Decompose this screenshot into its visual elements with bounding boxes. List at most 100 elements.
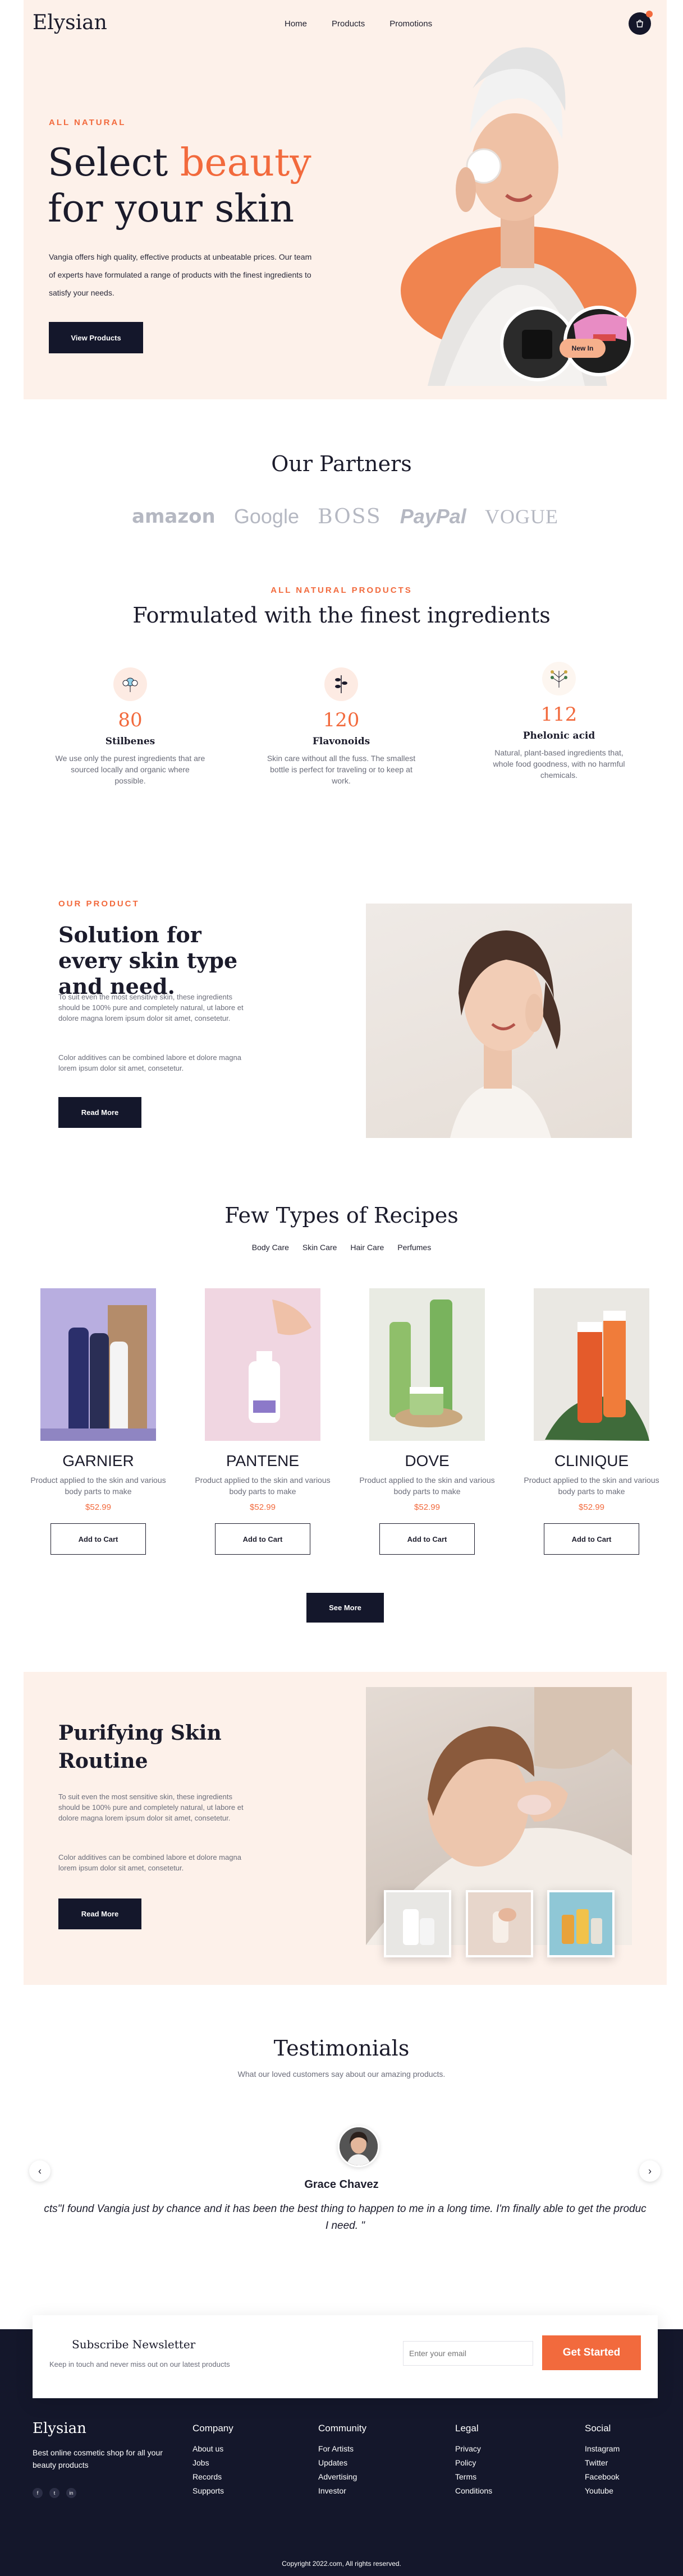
testimonial-quote-line2: I need. " (325, 2220, 365, 2232)
footer-link[interactable]: Jobs (192, 2458, 233, 2467)
hero-title-accent: beauty (180, 141, 311, 185)
footer-link[interactable]: Records (192, 2472, 233, 2481)
nav-products[interactable]: Products (332, 19, 365, 29)
product-paragraph-2: Color additives can be combined labore e… (58, 1053, 241, 1072)
footer-link[interactable]: Conditions (455, 2486, 492, 2495)
hero-image: New In (372, 27, 641, 386)
product-card: DOVE Product applied to the skin and var… (355, 1288, 499, 1555)
hero-title-line2: for your skin (48, 187, 295, 231)
product-brand: DOVE (405, 1452, 450, 1469)
product-desc: Product applied to the skin and various … (195, 1476, 331, 1496)
testimonial-quote-line1: cts"I found Vangia just by chance and it… (44, 2203, 647, 2215)
site-logo[interactable]: Elysian (33, 11, 107, 34)
add-to-cart-button[interactable]: Add to Cart (379, 1523, 475, 1555)
chevron-left-icon: ‹ (38, 2165, 42, 2177)
ingredient-desc: Skin care without all the fuss. The smal… (267, 754, 416, 785)
partner-logo-paypal: PayPal (400, 505, 466, 528)
nav-home[interactable]: Home (285, 19, 307, 29)
footer-link[interactable]: Supports (192, 2486, 233, 2495)
footer-column-heading: Company (192, 2423, 233, 2434)
product-brand: GARNIER (62, 1452, 134, 1469)
cart-badge (646, 11, 653, 17)
leaf-branch-icon (324, 667, 358, 701)
product-title: Solution for every skin type and need. (58, 922, 238, 999)
product-card: GARNIER Product applied to the skin and … (26, 1288, 171, 1555)
ingredient-desc: Natural, plant-based ingredients that, w… (493, 748, 625, 780)
footer-description: Best online cosmetic shop for all your b… (33, 2448, 163, 2469)
hero-eyebrow: ALL NATURAL (49, 118, 126, 127)
see-more-button[interactable]: See More (306, 1593, 384, 1623)
new-in-chip[interactable]: New In (560, 339, 606, 358)
read-more-button[interactable]: Read More (58, 1097, 141, 1128)
tab-perfumes[interactable]: Perfumes (397, 1243, 431, 1252)
add-to-cart-button[interactable]: Add to Cart (544, 1523, 639, 1555)
footer-social-icons: f t in (33, 2488, 76, 2498)
product-brand: CLINIQUE (554, 1452, 629, 1469)
product-price: $52.99 (250, 1503, 276, 1512)
ingredient-value: 112 (540, 703, 577, 726)
chevron-right-icon: › (648, 2165, 652, 2177)
footer-link[interactable]: Twitter (585, 2458, 620, 2467)
recipes-title: Few Types of Recipes (224, 1203, 459, 1228)
thumbnail-product-3[interactable] (547, 1890, 615, 1957)
view-products-button[interactable]: View Products (49, 322, 143, 353)
testimonials-subtitle: What our loved customers say about our a… (237, 2070, 446, 2079)
linkedin-icon[interactable]: in (66, 2488, 76, 2498)
footer-link[interactable]: About us (192, 2444, 233, 2453)
ingredient-value: 80 (118, 709, 143, 731)
next-arrow-button[interactable]: › (639, 2160, 661, 2182)
partner-logo-vogue: VOGUE (485, 505, 558, 528)
add-to-cart-button[interactable]: Add to Cart (51, 1523, 146, 1555)
product-image (369, 1288, 485, 1441)
tab-hair-care[interactable]: Hair Care (350, 1243, 384, 1252)
footer-link[interactable]: Youtube (585, 2486, 620, 2495)
partner-logo-amazon: amazon (132, 505, 216, 528)
footer-link[interactable]: Instagram (585, 2444, 620, 2453)
product-desc: Product applied to the skin and various … (524, 1476, 659, 1496)
tab-body-care[interactable]: Body Care (252, 1243, 289, 1252)
footer-column-heading: Social (585, 2423, 611, 2434)
thumbnail-product-1[interactable] (384, 1890, 451, 1957)
footer-column-heading: Legal (455, 2423, 479, 2434)
facebook-icon[interactable]: f (33, 2488, 43, 2498)
ingredients-eyebrow: ALL NATURAL PRODUCTS (271, 586, 412, 595)
hero-description: Vangia offers high quality, effective pr… (49, 252, 312, 297)
footer-link[interactable]: Privacy (455, 2444, 492, 2453)
recipe-tabs: Body Care Skin Care Hair Care Perfumes (0, 1243, 683, 1252)
copyright-text: Copyright 2022.com, All rights reserved. (282, 2560, 401, 2568)
flower-icon (113, 667, 147, 701)
hero-title: Select beauty for your skin (48, 140, 311, 232)
partners-title: Our Partners (271, 451, 412, 476)
purifying-read-more-button[interactable]: Read More (58, 1898, 141, 1929)
ingredients-title: Formulated with the finest ingredients (132, 603, 551, 628)
get-started-button[interactable]: Get Started (542, 2335, 641, 2370)
thumbnail-product-2[interactable] (466, 1890, 533, 1957)
footer-link[interactable]: Facebook (585, 2472, 620, 2481)
footer-link[interactable]: Investor (318, 2486, 366, 2495)
footer-link[interactable]: Terms (455, 2472, 492, 2481)
hero-title-plain: Select (48, 141, 180, 185)
purifying-title: Purifying Skin Routine (58, 1721, 222, 1773)
product-price: $52.99 (85, 1503, 111, 1512)
add-to-cart-button[interactable]: Add to Cart (215, 1523, 310, 1555)
partner-logo-boss: BOSS (318, 505, 382, 528)
ingredient-name: Flavonoids (312, 736, 370, 747)
footer-link[interactable]: Updates (318, 2458, 366, 2467)
footer-link[interactable]: Advertising (318, 2472, 366, 2481)
tab-skin-care[interactable]: Skin Care (302, 1243, 337, 1252)
footer-link[interactable]: Policy (455, 2458, 492, 2467)
email-input[interactable] (403, 2341, 533, 2366)
product-price: $52.99 (414, 1503, 440, 1512)
prev-arrow-button[interactable]: ‹ (29, 2160, 51, 2182)
ingredient-card: 120 Flavonoids Skin care without all the… (257, 667, 425, 786)
purifying-paragraph-2: Color additives can be combined labore e… (58, 1853, 241, 1872)
newsletter-title: Subscribe Newsletter (72, 2338, 196, 2351)
footer-link[interactable]: For Artists (318, 2444, 366, 2453)
product-card: CLINIQUE Product applied to the skin and… (519, 1288, 664, 1555)
ingredient-value: 120 (323, 709, 360, 731)
twitter-icon[interactable]: t (49, 2488, 59, 2498)
footer-logo[interactable]: Elysian (33, 2420, 86, 2437)
ingredient-card: 80 Stilbenes We use only the purest ingr… (46, 667, 214, 786)
partner-logo-google: Google (233, 505, 299, 528)
testimonial-quote: cts"I found Vangia just by chance and it… (24, 2201, 667, 2234)
